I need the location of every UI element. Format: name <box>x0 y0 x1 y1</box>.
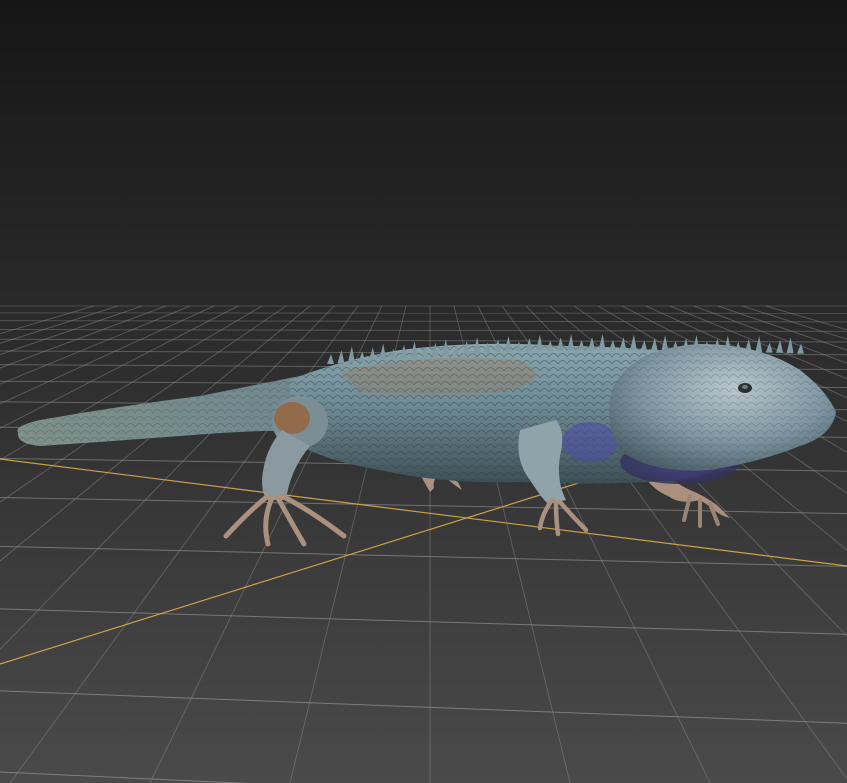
3d-viewport[interactable] <box>0 0 847 783</box>
shoulder-patch <box>562 422 618 462</box>
viewport-scene[interactable] <box>0 0 847 783</box>
